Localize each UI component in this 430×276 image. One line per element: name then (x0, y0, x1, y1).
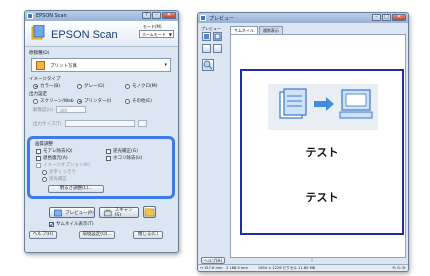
maximize-button[interactable]: □ (382, 14, 391, 21)
resolution-label: 解像度(U) (33, 107, 54, 113)
help-button[interactable]: ヘルプ(H) (201, 257, 225, 264)
app-icon (200, 15, 206, 21)
rotate-icon[interactable] (202, 44, 211, 53)
chevron-down-icon: ▼ (168, 32, 172, 37)
checkbox-dust-removal[interactable]: ホコリ除去(U) (106, 155, 142, 161)
radio-other[interactable]: その他(E) (125, 98, 152, 104)
close-button[interactable]: 閉じる(C) (133, 231, 163, 239)
status-height: 168.5 mm (229, 266, 248, 270)
radio-dot (42, 169, 47, 175)
full-view-icon[interactable] (202, 32, 211, 41)
title-bar: EPSON Scan ? – ✕ (25, 11, 178, 21)
flip-icon[interactable] (213, 44, 222, 53)
config-button[interactable]: 環境設定(O)... (79, 231, 115, 239)
radio-dot (33, 83, 38, 89)
checkbox-box (36, 148, 41, 154)
doc-type-value: プリント写真 (50, 64, 77, 69)
resolution-select[interactable]: 300 (56, 106, 87, 113)
status-bar: ↔ 157.6 mm ↕ 168.5 mm 1654 × 1226 ピクセル 1… (198, 264, 408, 271)
radio-backlight[interactable]: 逆光補正 (42, 176, 67, 182)
output-size-select[interactable] (64, 120, 135, 127)
adjust-title: 画質調整 (35, 142, 53, 147)
fit-view-icon[interactable] (213, 32, 222, 41)
image-type-label: イメージタイプ (29, 77, 61, 82)
status-size: 1654 × 1226 ピクセル 11.80 MB (257, 265, 316, 270)
status-rgb: R: G: B: (392, 266, 406, 270)
radio-dot (33, 98, 38, 104)
window-title: プレビュー (209, 16, 235, 22)
checkbox-image-option[interactable]: イメージオプション(K) (36, 162, 90, 168)
chevron-down-icon: ▾ (164, 62, 167, 68)
radio-dot (77, 83, 82, 89)
image-adjustment-panel: 画質調整 モアレ除去(Q) 退色復元(A) イメージオプション(K) 文字くっき… (27, 136, 175, 199)
size-lock-button[interactable] (137, 120, 147, 127)
checkbox-box (106, 155, 111, 161)
zoom-icon[interactable] (202, 59, 214, 71)
checkbox-moire[interactable]: モアレ除去(Q) (36, 148, 73, 154)
close-icon[interactable]: ✕ (392, 14, 406, 21)
folder-icon[interactable] (143, 206, 156, 218)
checkbox-checked (49, 221, 54, 227)
minimize-button[interactable]: – (152, 12, 161, 19)
app-icon (27, 13, 33, 19)
mode-select[interactable]: ホームモード ▼ (139, 30, 174, 38)
brand-title: EPSON Scan (51, 29, 118, 41)
radio-gray[interactable]: グレー(G) (77, 83, 105, 89)
test-text-1: テスト (305, 146, 339, 159)
help-button[interactable]: ヘルプ(H) (29, 231, 57, 239)
window-title: EPSON Scan (36, 13, 67, 19)
brightness-adjust-button[interactable]: 明るさ調整(L)... (48, 185, 104, 193)
checkbox-box (36, 155, 41, 161)
preview-icon (54, 209, 62, 216)
radio-dot (77, 98, 82, 104)
checkbox-color-restore[interactable]: 退色復元(A) (36, 155, 68, 161)
test-text-2: テスト (305, 191, 339, 204)
help-title-button[interactable]: ? (142, 12, 151, 19)
epson-scan-window: EPSON Scan ? – ✕ EPSON Scan モード(M) ホームモー… (24, 10, 179, 253)
bottom-bar: プレビュー(P) スキャン(S) サムネイル表示(T) ヘルプ(H) 環境設定(… (25, 203, 178, 252)
checkbox-box (36, 162, 41, 168)
document-to-pc-illustration (268, 84, 378, 130)
scan-region[interactable]: テスト テスト (240, 69, 404, 235)
output-size-row: 出力サイズ(T) (33, 120, 147, 127)
doc-type-select[interactable]: プリント写真 ▾ (31, 58, 171, 72)
radio-screen-web[interactable]: スクリーン/Web (33, 98, 74, 104)
height-arrow-icon: ↕ (225, 266, 229, 270)
mode-value: ホームモード (142, 32, 166, 37)
width-arrow-icon: ↔ (200, 266, 204, 270)
checkbox-backlight-correction[interactable]: 逆光補正(G) (106, 148, 138, 154)
preview-button[interactable]: プレビュー(P) (49, 207, 95, 218)
preview-canvas[interactable]: テスト テスト ◊ (230, 34, 406, 262)
radio-dot (125, 83, 130, 89)
scroll-indicator: ◊ (311, 257, 313, 262)
radio-mono[interactable]: モノクロ(M) (125, 83, 157, 89)
minimize-button[interactable]: – (372, 14, 381, 21)
radio-printer[interactable]: プリンター(I) (77, 98, 111, 104)
close-icon[interactable]: ✕ (162, 12, 176, 19)
radio-text-enhance[interactable]: 文字くっきり (42, 169, 76, 175)
resolution-row: 解像度(U) 300 (33, 106, 87, 113)
radio-dot (125, 98, 130, 104)
epson-logo-icon (31, 25, 45, 40)
scan-button[interactable]: スキャン(S) (99, 207, 139, 218)
scan-icon (104, 209, 112, 216)
radio-dot (42, 176, 47, 182)
title-bar: プレビュー – □ ✕ (198, 13, 408, 23)
status-width: 157.6 mm (204, 266, 223, 270)
preview-window: プレビュー – □ ✕ プレビュー サムネイル 通常表示 テスト テスト ◊ ヘ… (197, 12, 409, 272)
radio-color[interactable]: カラー(B) (33, 83, 60, 89)
checkbox-box (106, 148, 111, 154)
output-label: 出力設定 (29, 92, 47, 97)
photo-icon (36, 61, 45, 70)
thumbnail-checkbox[interactable]: サムネイル表示(T) (49, 221, 94, 227)
header-banner: EPSON Scan モード(M) ホームモード ▼ (25, 21, 178, 47)
doc-type-label: 原稿種(D) (29, 51, 50, 56)
output-size-label: 出力サイズ(T) (33, 121, 62, 127)
